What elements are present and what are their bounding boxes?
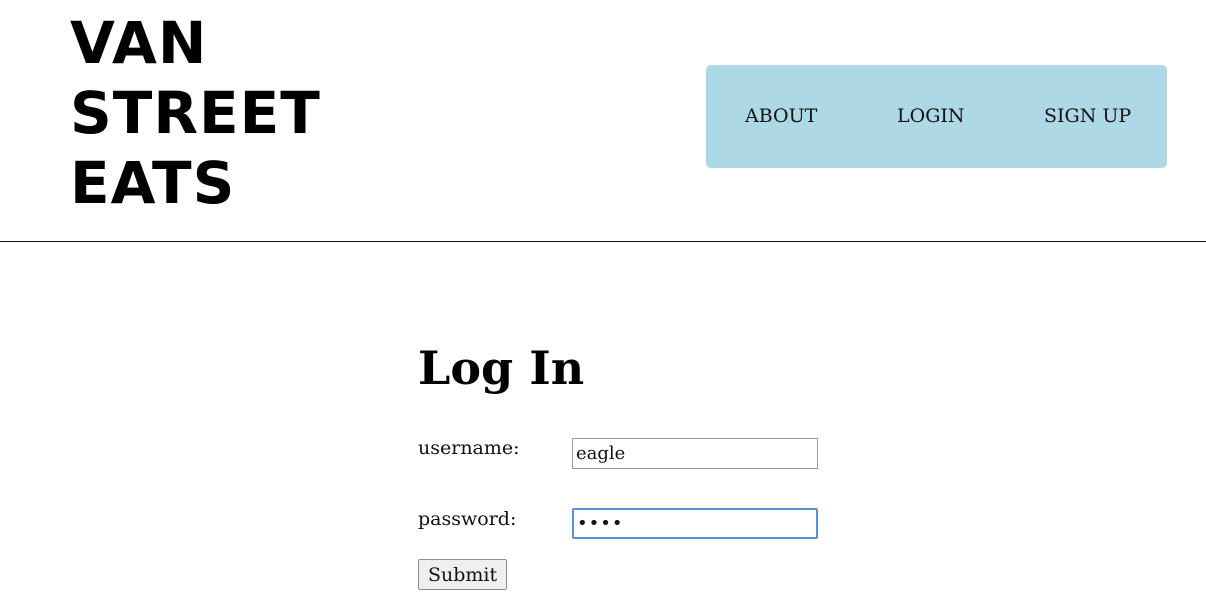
main-nav: ABOUT LOGIN SIGN UP (706, 65, 1167, 168)
logo-line-eats: EATS (70, 149, 236, 217)
username-label: username: (418, 437, 520, 459)
password-input[interactable] (572, 508, 818, 539)
nav-signup-link[interactable]: SIGN UP (1044, 105, 1131, 127)
site-logo[interactable]: VAN STREET EATS (70, 8, 370, 218)
username-input[interactable] (572, 438, 818, 469)
logo-line-van: VAN (70, 9, 208, 77)
nav-about-link[interactable]: ABOUT (745, 105, 817, 127)
logo-line-street: STREET (70, 79, 321, 147)
site-header: VAN STREET EATS ABOUT LOGIN SIGN UP (0, 0, 1206, 242)
submit-button[interactable]: Submit (418, 559, 508, 590)
nav-login-link[interactable]: LOGIN (897, 105, 965, 127)
page-title: Log In (418, 341, 585, 395)
password-label: password: (418, 508, 517, 530)
